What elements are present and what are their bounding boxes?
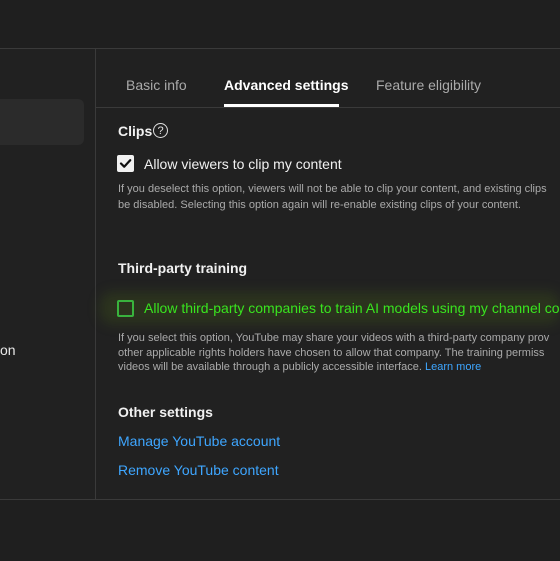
left-panel: on xyxy=(0,49,96,499)
training-description-line-1: If you select this option, YouTube may s… xyxy=(118,332,550,344)
other-settings-title: Other settings xyxy=(118,404,213,420)
third-party-training-title: Third-party training xyxy=(118,260,248,276)
help-icon[interactable]: ? xyxy=(153,123,168,138)
bottom-bar xyxy=(0,499,560,561)
clips-checkbox[interactable] xyxy=(117,155,134,172)
clips-checkbox-label[interactable]: Allow viewers to clip my content xyxy=(144,156,342,172)
tab-feature-eligibility[interactable]: Feature eligibility xyxy=(376,77,481,93)
training-description-line-3: videos will be available through a publi… xyxy=(118,359,481,375)
clips-description-line-1: If you deselect this option, viewers wil… xyxy=(118,183,547,195)
top-bar xyxy=(0,0,560,49)
tab-advanced-settings[interactable]: Advanced settings xyxy=(224,77,348,93)
clips-description-line-2: be disabled. Selecting this option again… xyxy=(118,199,521,211)
active-tab-indicator xyxy=(224,104,339,107)
third-party-training-checkbox[interactable] xyxy=(117,300,134,317)
settings-tabs: Basic info Advanced settings Feature eli… xyxy=(96,49,560,108)
left-nav-partial-label[interactable]: on xyxy=(0,342,16,358)
checkmark-icon xyxy=(119,159,132,168)
remove-youtube-content-link[interactable]: Remove YouTube content xyxy=(118,462,279,478)
tab-basic-info[interactable]: Basic info xyxy=(126,77,187,93)
clips-title: Clips xyxy=(118,123,153,139)
third-party-training-checkbox-label[interactable]: Allow third-party companies to train AI … xyxy=(144,300,560,316)
left-nav-selected-item[interactable] xyxy=(0,99,84,145)
training-description-text: videos will be available through a publi… xyxy=(118,361,422,373)
learn-more-link[interactable]: Learn more xyxy=(425,361,481,373)
manage-youtube-account-link[interactable]: Manage YouTube account xyxy=(118,433,280,449)
